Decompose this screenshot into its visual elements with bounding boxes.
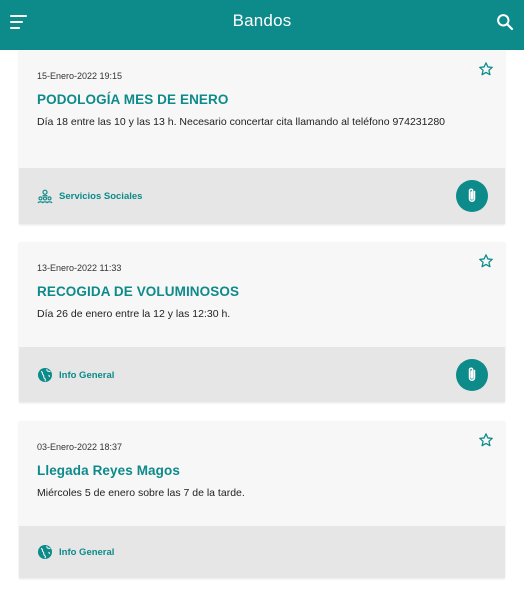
bando-card[interactable]: 15-Enero-2022 19:15 PODOLOGÍA MES DE ENE… (19, 50, 505, 224)
globe-icon (38, 545, 52, 559)
category-link[interactable]: Info General (37, 544, 114, 560)
bando-date: 13-Enero-2022 11:33 (37, 263, 122, 273)
page-title: Bandos (232, 11, 292, 30)
attachment-button[interactable] (456, 180, 488, 212)
bando-title: Llegada Reyes Magos (37, 463, 180, 478)
bando-text: Día 26 de enero entre la 12 y las 12:30 … (37, 308, 231, 320)
category-link[interactable]: Servicios Sociales (37, 188, 142, 204)
bando-title: RECOGIDA DE VOLUMINOSOS (37, 284, 240, 299)
bando-title: PODOLOGÍA MES DE ENERO (37, 92, 229, 107)
bando-card[interactable]: 13-Enero-2022 11:33 RECOGIDA DE VOLUMINO… (19, 242, 505, 402)
category-link[interactable]: Info General (37, 367, 114, 383)
bando-footer: Info General (19, 526, 505, 578)
paperclip-icon (468, 188, 476, 202)
star-icon[interactable] (478, 432, 494, 448)
globe-icon (38, 368, 52, 382)
star-icon[interactable] (478, 61, 494, 77)
app-bar: Bandos (0, 0, 524, 44)
bando-text: Miércoles 5 de enero sobre las 7 de la t… (37, 487, 245, 499)
category-label: Info General (59, 369, 115, 381)
bando-date: 03-Enero-2022 18:37 (37, 442, 123, 452)
people-icon (37, 189, 53, 204)
category-label: Info General (59, 546, 115, 558)
star-icon[interactable] (478, 253, 494, 269)
bando-footer: Info General (19, 347, 505, 402)
category-label: Servicios Sociales (59, 190, 143, 202)
bando-footer: Servicios Sociales (19, 168, 505, 224)
bando-date: 15-Enero-2022 19:15 (37, 71, 123, 81)
search-icon[interactable] (496, 13, 514, 31)
paperclip-icon (468, 367, 476, 381)
attachment-button[interactable] (456, 359, 488, 391)
bando-card[interactable]: 03-Enero-2022 18:37 Llegada Reyes Magos … (19, 421, 505, 578)
bando-text: Día 18 entre las 10 y las 13 h. Necesari… (37, 116, 446, 128)
